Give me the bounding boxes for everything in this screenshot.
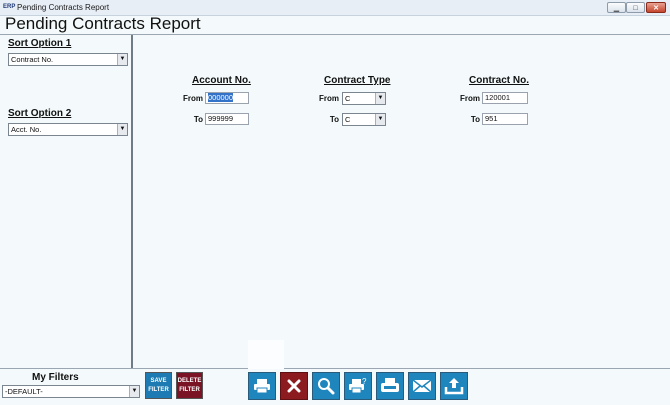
account-from-label: From — [183, 94, 203, 103]
email-button[interactable] — [408, 372, 436, 400]
contract-type-heading: Contract Type — [324, 75, 391, 86]
delete-filter-label-line2: FILTER — [179, 387, 200, 393]
account-no-heading: Account No. — [192, 75, 251, 86]
delete-filter-button[interactable]: DELETE FILTER — [176, 372, 203, 399]
print-button[interactable] — [248, 372, 276, 400]
sort-options-panel: Sort Option 1 Contract No. ▼ Sort Option… — [0, 35, 133, 368]
contract-no-from-label: From — [460, 94, 480, 103]
delete-filter-label-line1: DELETE — [177, 378, 202, 384]
my-filters-label: My Filters — [32, 372, 79, 383]
fax-icon — [381, 378, 399, 392]
chevron-down-icon: ▼ — [375, 114, 385, 125]
save-filter-button[interactable]: SAVE FILTER — [145, 372, 172, 399]
chevron-down-icon: ▼ — [117, 124, 127, 135]
search-button[interactable] — [312, 372, 340, 400]
contract-type-from-value: C — [345, 94, 351, 103]
sort-option-2-label: Sort Option 2 — [8, 108, 72, 119]
chevron-down-icon: ▼ — [117, 54, 127, 65]
empty-area — [248, 340, 284, 369]
chevron-down-icon: ▼ — [375, 93, 385, 104]
print-preview-button[interactable]: ? — [344, 372, 372, 400]
app-logo-icon: ERP — [3, 4, 16, 10]
my-filters-select[interactable]: -DEFAULT- ▼ — [2, 385, 140, 398]
contract-no-to-input[interactable]: 951 — [482, 113, 528, 125]
print-icon — [254, 379, 270, 394]
fax-button[interactable] — [376, 372, 404, 400]
my-filters-value: -DEFAULT- — [5, 387, 43, 396]
sort-option-2-value: Acct. No. — [11, 125, 42, 134]
print-preview-icon: ? — [349, 377, 367, 394]
page-title: Pending Contracts Report — [5, 14, 201, 33]
contract-type-to-select[interactable]: C ▼ — [342, 113, 386, 126]
export-button[interactable] — [440, 372, 468, 400]
account-to-label: To — [193, 115, 203, 124]
export-icon — [444, 378, 464, 395]
contract-type-from-label: From — [319, 94, 339, 103]
maximize-button[interactable]: □ — [626, 2, 645, 13]
cancel-icon — [287, 379, 301, 393]
sort-option-1-select[interactable]: Contract No. ▼ — [8, 53, 128, 66]
account-from-input[interactable]: 000000 — [205, 92, 249, 104]
chevron-down-icon: ▼ — [129, 386, 139, 397]
sort-option-2-select[interactable]: Acct. No. ▼ — [8, 123, 128, 136]
email-icon — [412, 379, 432, 393]
window-title: Pending Contracts Report — [17, 3, 110, 12]
contract-no-heading: Contract No. — [469, 75, 529, 86]
contract-no-to-label: To — [470, 115, 480, 124]
sort-option-1-label: Sort Option 1 — [8, 38, 72, 49]
search-icon — [318, 378, 335, 395]
contract-no-from-input[interactable]: 120001 — [482, 92, 528, 104]
contract-type-from-select[interactable]: C ▼ — [342, 92, 386, 105]
save-filter-label-line1: SAVE — [150, 378, 167, 384]
account-to-input[interactable]: 999999 — [205, 113, 249, 125]
save-filter-label-line2: FILTER — [148, 387, 169, 393]
account-from-value: 000000 — [208, 93, 234, 102]
cancel-button[interactable] — [280, 372, 308, 400]
svg-text:?: ? — [362, 377, 367, 386]
main-panel: Sort Option 1 Contract No. ▼ Sort Option… — [0, 34, 670, 369]
close-window-button[interactable]: ✕ — [646, 2, 666, 13]
sort-option-1-value: Contract No. — [11, 55, 54, 64]
minimize-button[interactable]: ▁ — [607, 2, 626, 13]
contract-type-to-label: To — [329, 115, 339, 124]
contract-type-to-value: C — [345, 115, 351, 124]
